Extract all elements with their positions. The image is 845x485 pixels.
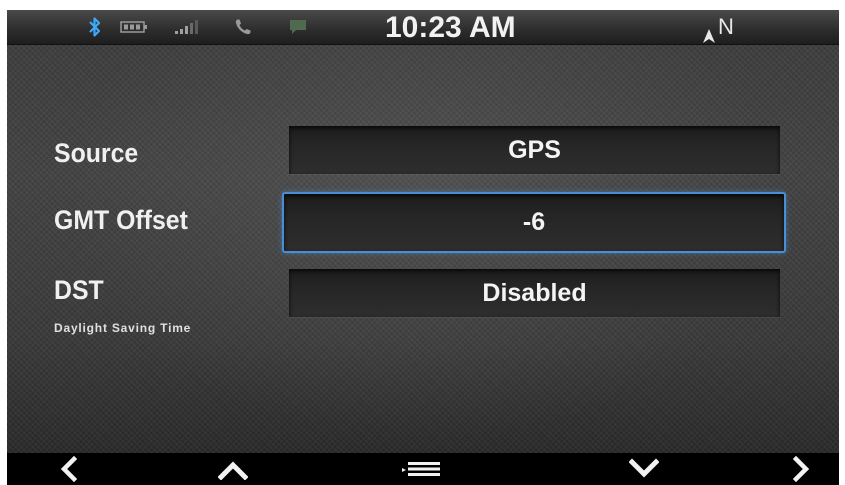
source-label: Source xyxy=(54,138,139,168)
message-icon xyxy=(287,10,309,44)
signal-icon xyxy=(173,10,201,44)
source-value-field[interactable]: GPS xyxy=(289,126,780,174)
device-frame: 10:23 AM N Source GPS GMT Offset -6 DST … xyxy=(0,0,845,485)
bottom-nav-bar xyxy=(7,453,839,485)
nav-down-button[interactable] xyxy=(614,453,674,485)
gmt-offset-value-field[interactable]: -6 xyxy=(282,192,786,253)
bluetooth-icon xyxy=(87,10,103,44)
nav-up-button[interactable] xyxy=(203,453,263,485)
nav-right-button[interactable] xyxy=(771,453,831,485)
gmt-offset-label: GMT Offset xyxy=(54,205,188,235)
phone-icon xyxy=(233,10,253,44)
compass: N xyxy=(702,10,734,44)
nav-menu-button[interactable] xyxy=(392,453,456,485)
chevron-down-icon xyxy=(629,458,659,478)
menu-icon xyxy=(402,462,440,476)
battery-icon xyxy=(119,10,149,44)
screen: 10:23 AM N Source GPS GMT Offset -6 DST … xyxy=(7,10,839,485)
status-bar: 10:23 AM N xyxy=(7,10,839,45)
chevron-left-icon xyxy=(60,456,78,482)
chevron-right-icon xyxy=(792,456,810,482)
dst-sublabel: Daylight Saving Time xyxy=(54,321,192,335)
chevron-up-icon xyxy=(218,461,248,480)
nav-left-button[interactable] xyxy=(39,453,99,485)
clock: 10:23 AM xyxy=(385,11,516,44)
dst-label: DST xyxy=(54,275,104,305)
compass-heading: N xyxy=(718,14,734,39)
dst-value-field[interactable]: Disabled xyxy=(289,269,780,317)
compass-arrow-icon xyxy=(702,19,716,43)
